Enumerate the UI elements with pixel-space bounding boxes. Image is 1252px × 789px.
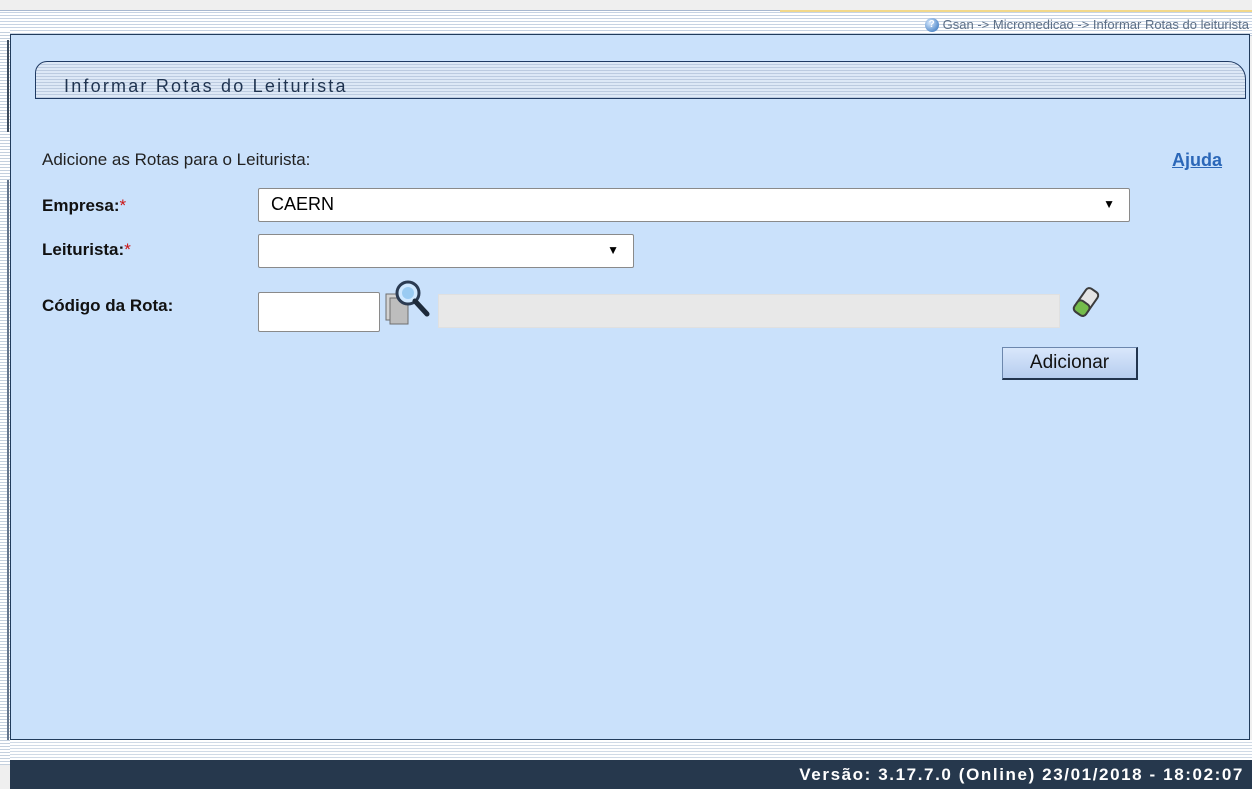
eraser-icon: [1072, 287, 1100, 317]
empresa-label: Empresa:*: [42, 196, 126, 216]
codigo-rota-label: Código da Rota:: [42, 296, 174, 315]
empresa-label-text: Empresa:: [42, 196, 120, 215]
leiturista-label: Leiturista:*: [42, 240, 131, 260]
clear-route-button[interactable]: [1066, 282, 1106, 322]
bottom-frame-edge: [10, 740, 1252, 760]
chevron-down-icon: ▼: [607, 243, 619, 257]
leiturista-label-text: Leiturista:: [42, 240, 125, 259]
route-code-input[interactable]: [258, 292, 380, 332]
version-info: Versão: 3.17.7.0 (Online) 23/01/2018 - 1…: [799, 765, 1244, 784]
chevron-down-icon: ▼: [1103, 197, 1115, 211]
top-bar-highlight: [780, 10, 1252, 12]
search-route-button[interactable]: [382, 278, 434, 326]
footer-bar: Versão: 3.17.7.0 (Online) 23/01/2018 - 1…: [10, 760, 1252, 789]
required-asterisk: *: [124, 240, 131, 259]
required-asterisk: *: [119, 196, 127, 215]
section-header: Informar Rotas do Leiturista: [35, 61, 1246, 99]
left-frame-marker: [7, 40, 9, 132]
empresa-select[interactable]: CAERN ▼: [258, 188, 1130, 222]
help-circle-icon: ?: [924, 17, 939, 32]
left-frame-marker-lower: [7, 180, 9, 740]
breadcrumb-text: Gsan -> Micromedicao -> Informar Rotas d…: [942, 17, 1249, 32]
add-button[interactable]: Adicionar: [1002, 347, 1138, 380]
top-navigation-bar: ? Gsan -> Micromedicao -> Informar Rotas…: [0, 10, 1252, 36]
form-panel: [10, 34, 1250, 740]
breadcrumb: ? Gsan -> Micromedicao -> Informar Rotas…: [924, 17, 1249, 32]
instruction-text: Adicione as Rotas para o Leiturista:: [42, 150, 311, 169]
route-description-field: [438, 294, 1060, 328]
help-link[interactable]: Ajuda: [1172, 150, 1222, 171]
magnifier-document-icon: [385, 280, 430, 325]
page-title: Informar Rotas do Leiturista: [64, 76, 348, 96]
leiturista-select[interactable]: ▼: [258, 234, 634, 268]
empresa-selected-value: CAERN: [271, 194, 335, 214]
